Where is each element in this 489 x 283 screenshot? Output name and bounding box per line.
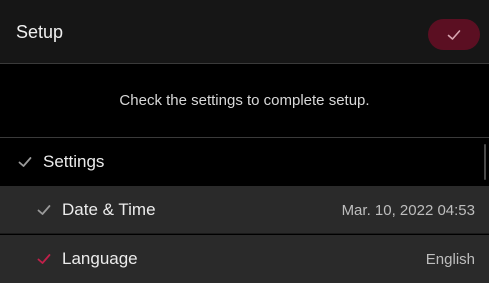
scrollbar[interactable] [484,144,486,180]
settings-section-label: Settings [43,152,105,171]
settings-item-language[interactable]: Language English [0,235,489,283]
settings-item-label: Date & Time [62,200,156,219]
instruction-text: Check the settings to complete setup. [119,92,370,109]
check-icon [37,205,51,215]
settings-section-header[interactable]: Settings [0,138,489,186]
setup-header: Setup [0,0,489,64]
check-icon [37,254,51,264]
check-icon [447,29,461,40]
settings-item-date-time[interactable]: Date & Time Mar. 10, 2022 04:53 [0,186,489,234]
confirm-button[interactable] [428,19,480,50]
settings-item-label: Language [62,249,138,268]
page-title: Setup [16,22,64,42]
settings-item-value: Mar. 10, 2022 04:53 [341,202,475,219]
instruction-banner: Check the settings to complete setup. [0,64,489,138]
check-icon [18,157,32,167]
settings-item-value: English [425,251,475,268]
